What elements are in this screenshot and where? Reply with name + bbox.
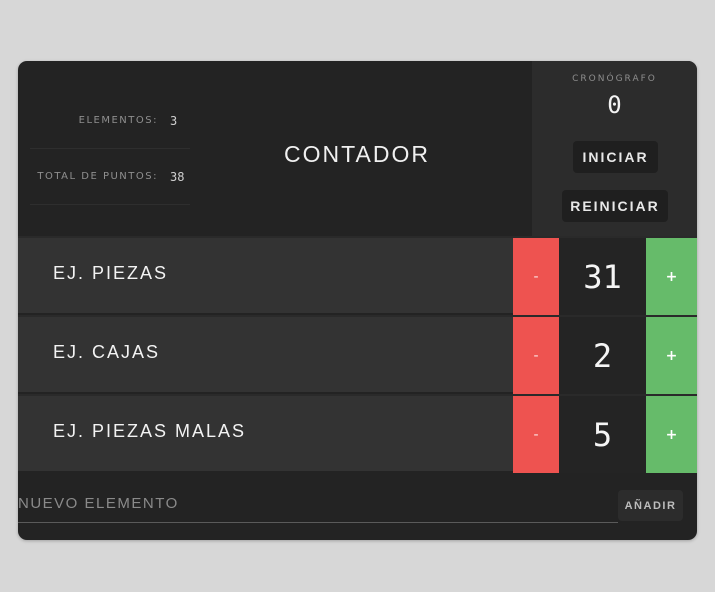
chronograph-value: 0 (607, 91, 622, 119)
stat-label: ELEMENTOS: (78, 115, 158, 126)
counter-card: ELEMENTOS: 3 TOTAL DE PUNTOS: 38 CONTADO… (18, 61, 697, 540)
reset-button[interactable]: REINICIAR (562, 190, 668, 222)
increment-button[interactable]: + (646, 396, 697, 473)
increment-button[interactable]: + (646, 317, 697, 394)
counter-row: EJ. PIEZAS - 31 + (18, 236, 697, 315)
stat-value: 3 (170, 113, 178, 128)
item-count: 5 (559, 396, 646, 473)
stat-total-points: TOTAL DE PUNTOS: 38 (30, 149, 190, 205)
stat-elements: ELEMENTOS: 3 (30, 93, 190, 149)
stat-label: TOTAL DE PUNTOS: (37, 171, 158, 182)
item-count: 2 (559, 317, 646, 394)
start-button[interactable]: INICIAR (573, 141, 658, 173)
counter-row: EJ. PIEZAS MALAS - 5 + (18, 394, 697, 473)
increment-button[interactable]: + (646, 238, 697, 315)
chronograph-label: CRONÓGRAFO (572, 74, 657, 84)
decrement-button[interactable]: - (513, 396, 559, 473)
counter-row: EJ. CAJAS - 2 + (18, 315, 697, 394)
new-element-input[interactable] (18, 485, 618, 523)
chronograph-panel: CRONÓGRAFO 0 INICIAR REINICIAR (532, 61, 697, 236)
decrement-button[interactable]: - (513, 238, 559, 315)
decrement-button[interactable]: - (513, 317, 559, 394)
add-button[interactable]: AÑADIR (618, 490, 683, 521)
item-name: EJ. PIEZAS MALAS (53, 421, 247, 441)
stat-value: 38 (170, 169, 185, 184)
stats-panel: ELEMENTOS: 3 TOTAL DE PUNTOS: 38 (30, 93, 190, 205)
page-title: CONTADOR (284, 141, 430, 167)
item-name: EJ. PIEZAS (53, 263, 169, 283)
item-count: 31 (559, 238, 646, 315)
header: ELEMENTOS: 3 TOTAL DE PUNTOS: 38 CONTADO… (18, 61, 697, 236)
item-name: EJ. CAJAS (53, 342, 161, 362)
